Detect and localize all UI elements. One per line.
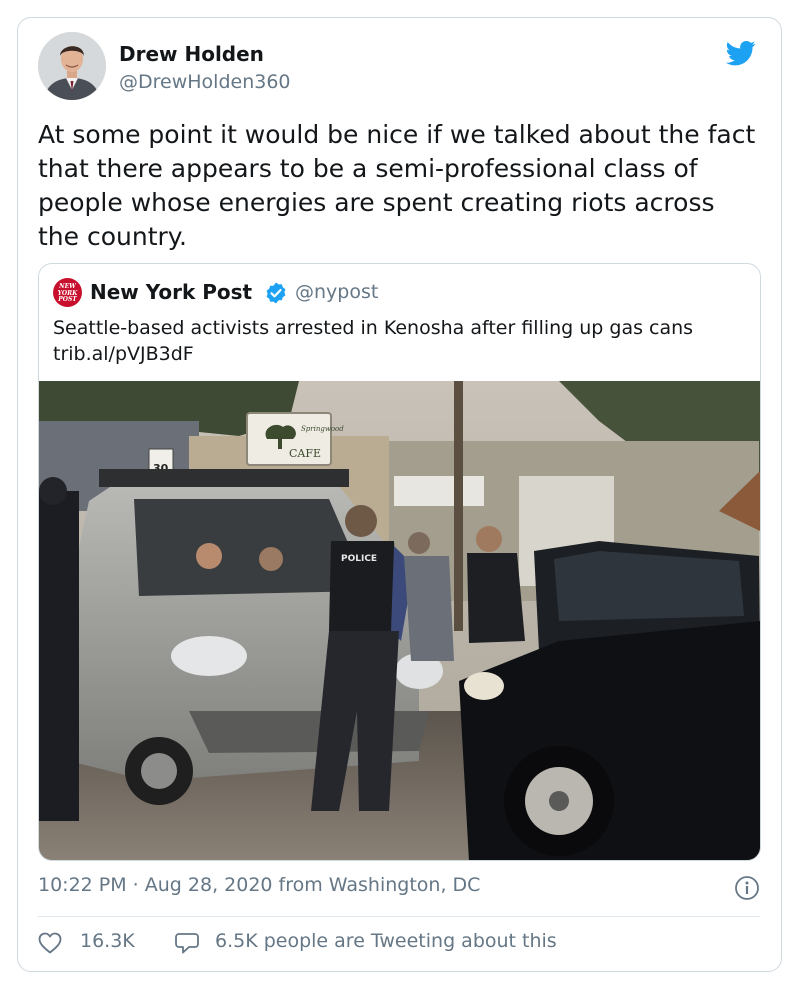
tweet-card: Drew Holden @DrewHolden360 At some point… <box>17 17 782 972</box>
author-name[interactable]: Drew Holden <box>119 42 264 66</box>
police-vest-label: POLICE <box>341 554 377 564</box>
quoted-tweet[interactable]: NEW YORK POST New York Post @nypost Seat… <box>38 263 761 861</box>
verified-badge-icon <box>264 281 288 305</box>
divider <box>38 916 760 917</box>
author-avatar[interactable] <box>38 32 106 100</box>
reply-bubble-icon[interactable] <box>175 932 199 954</box>
cafe-sign-bottom: CAFE <box>289 447 321 460</box>
quoted-author-name[interactable]: New York Post <box>90 280 252 304</box>
tweet-text: At some point it would be nice if we tal… <box>38 120 756 251</box>
quoted-tweet-photo[interactable]: Springwood CAFE 30 POLICE <box>39 381 760 860</box>
cafe-sign-top: Springwood <box>301 425 344 433</box>
quoted-author-handle[interactable]: @nypost <box>295 281 378 303</box>
like-count: 16.3K <box>80 930 135 952</box>
tweet-timestamp[interactable]: 10:22 PM · Aug 28, 2020 from Washington,… <box>38 874 480 896</box>
people-tweeting-text[interactable]: 6.5K people are Tweeting about this <box>215 930 557 952</box>
twitter-bird-icon[interactable] <box>724 38 758 68</box>
nypost-logo[interactable]: NEW YORK POST <box>53 278 82 307</box>
quoted-tweet-text: Seattle-based activists arrested in Keno… <box>53 317 694 365</box>
info-icon[interactable] <box>734 875 760 901</box>
heart-icon[interactable] <box>38 932 62 954</box>
author-handle[interactable]: @DrewHolden360 <box>119 71 291 93</box>
